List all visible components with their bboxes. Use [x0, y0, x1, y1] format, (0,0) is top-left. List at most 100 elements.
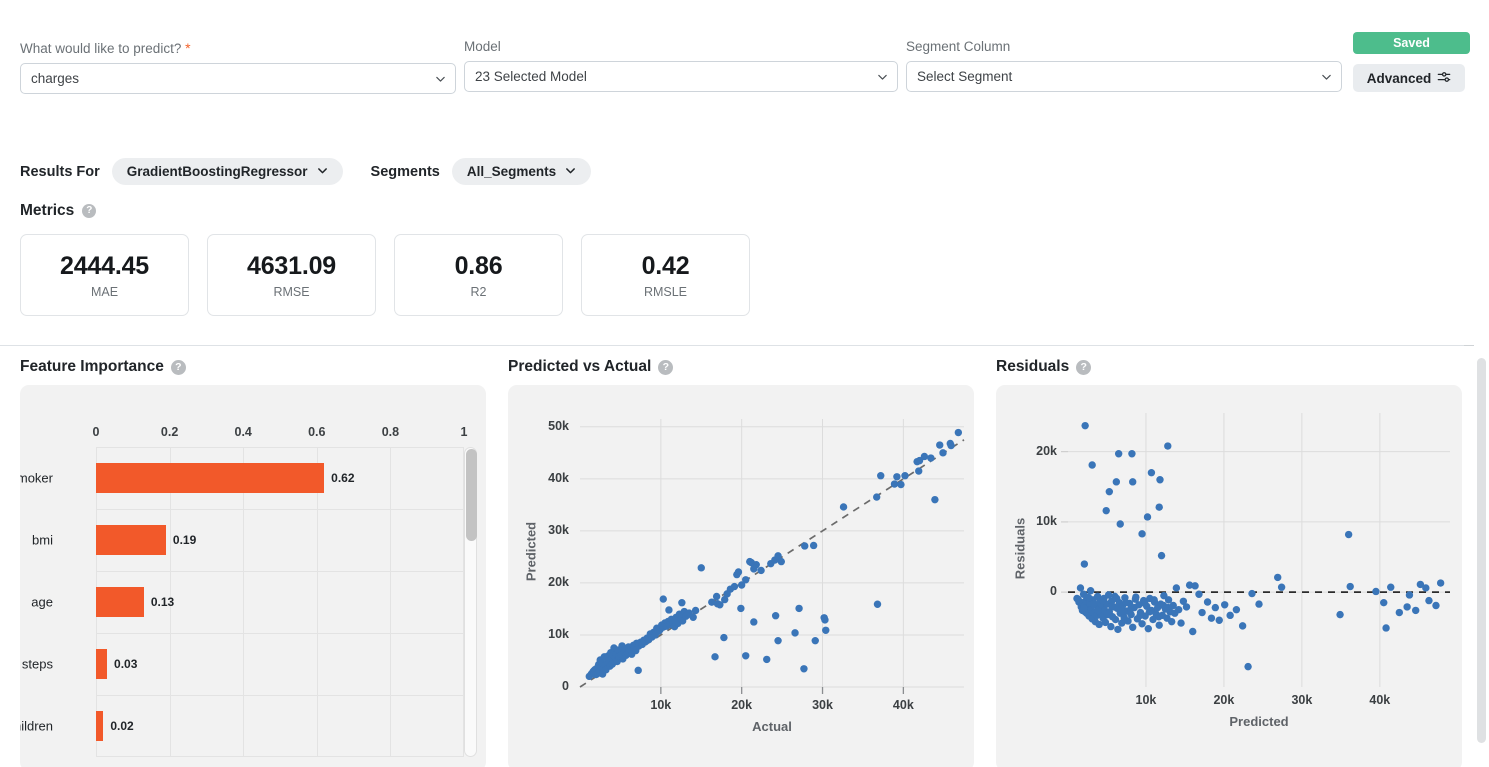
- metric-card: 0.42 RMSLE: [581, 234, 750, 316]
- segment-select[interactable]: Select Segment: [906, 61, 1342, 92]
- scatter-point: [1277, 583, 1286, 591]
- model-select[interactable]: 23 Selected Model: [464, 61, 898, 92]
- scatter-point: [1114, 625, 1122, 634]
- scatter-point: [872, 493, 881, 501]
- x-axis-tick-label: 10k: [1135, 693, 1157, 707]
- feature-importance-scrollbar[interactable]: [464, 447, 477, 757]
- fi-bar[interactable]: [96, 649, 108, 679]
- scatter-point: [1191, 582, 1199, 590]
- residuals-header: Residuals ?: [996, 358, 1462, 376]
- scatter-point: [1207, 614, 1216, 622]
- scatter-point: [822, 626, 830, 634]
- fi-bar[interactable]: [96, 463, 325, 493]
- scatter-point: [1081, 421, 1089, 430]
- metric-card: 4631.09 RMSE: [207, 234, 376, 316]
- scatter-point: [1395, 608, 1404, 617]
- saved-button[interactable]: Saved: [1353, 32, 1470, 54]
- scatter-point: [742, 652, 750, 660]
- scatter-point: [821, 616, 829, 624]
- regression-results-page: What would like to predict? * charges Mo…: [0, 0, 1489, 767]
- y-axis-tick-label: 30k: [548, 522, 569, 537]
- y-axis-tick-label: 20k: [1036, 443, 1057, 458]
- fi-bar[interactable]: [96, 587, 144, 617]
- scatter-point: [1189, 627, 1197, 636]
- results-model-dropdown[interactable]: GradientBoostingRegressor: [111, 158, 343, 185]
- scatter-point: [1156, 476, 1164, 484]
- chevron-down-icon: [435, 73, 446, 84]
- scatter-plot-canvas: [1061, 413, 1450, 687]
- scatter-point: [795, 604, 803, 613]
- scatter-point: [1136, 611, 1144, 620]
- fi-bar[interactable]: [96, 711, 104, 741]
- scatter-point: [742, 576, 750, 584]
- metric-name: RMSE: [273, 284, 310, 299]
- scatter-point: [1080, 560, 1089, 568]
- scatter-point: [678, 598, 686, 607]
- results-model-dropdown-label: GradientBoostingRegressor: [126, 164, 308, 179]
- scatter-point: [1116, 520, 1124, 528]
- predicted-vs-actual-panel: 0 10k 20k 30k 40k 50k 10k 20k 30k 40k Actual Predic…: [508, 385, 974, 767]
- question-mark-icon[interactable]: ?: [658, 359, 674, 375]
- scatter-point: [1155, 613, 1163, 621]
- metric-card: 0.86 R2: [394, 234, 563, 316]
- model-field: Model 23 Selected Model: [464, 39, 898, 92]
- scrollbar-thumb[interactable]: [1477, 358, 1486, 743]
- scatter-point: [954, 428, 963, 437]
- scatter-point: [1203, 598, 1212, 606]
- fi-bar[interactable]: [96, 525, 166, 555]
- scatter-point: [1175, 606, 1183, 614]
- scatter-point: [1129, 478, 1137, 486]
- metric-name: R2: [470, 284, 487, 299]
- scatter-point: [1080, 604, 1088, 613]
- x-axis-title: Predicted: [1229, 714, 1289, 729]
- scatter-point: [1432, 601, 1440, 610]
- scatter-point: [1144, 624, 1152, 633]
- question-mark-icon[interactable]: ?: [170, 359, 186, 375]
- fi-bar-row: age 0.13: [31, 571, 464, 633]
- scatter-point: [1138, 620, 1146, 628]
- scatter-point: [737, 604, 745, 613]
- fi-x-tick-label: 0.6: [308, 425, 326, 439]
- scatter-point: [1167, 617, 1176, 626]
- chevron-down-icon: [877, 71, 888, 82]
- y-axis-tick-label: 10k: [548, 626, 569, 641]
- fi-plot-area: smoker 0.62 bmi 0.19 age 0.13 steps 0.03 childre…: [20, 447, 464, 757]
- metric-value: 0.86: [454, 251, 503, 280]
- scatter-point: [1102, 506, 1110, 515]
- advanced-button-label: Advanced: [1366, 70, 1432, 86]
- scatter-point: [1114, 450, 1123, 458]
- scatter-point: [1211, 603, 1220, 612]
- scatter-point: [763, 655, 771, 664]
- page-scrollbar[interactable]: [1474, 0, 1489, 767]
- scatter-point: [873, 600, 882, 608]
- scatter-point: [1372, 587, 1380, 596]
- results-for-label: Results For: [20, 163, 100, 180]
- feature-importance-title: Feature Importance: [20, 358, 164, 375]
- fi-category-label: steps: [21, 656, 53, 672]
- scatter-point: [839, 503, 848, 511]
- scatter-point: [774, 636, 782, 645]
- scatter-point: [777, 557, 785, 566]
- scrollbar-thumb[interactable]: [466, 449, 477, 541]
- scatter-point: [927, 454, 935, 462]
- advanced-button[interactable]: Advanced: [1353, 64, 1465, 92]
- scatter-point: [752, 561, 760, 569]
- scatter-point: [1232, 606, 1241, 614]
- scatter-point: [1244, 662, 1252, 671]
- scatter-point: [1098, 596, 1107, 605]
- scatter-point: [1145, 608, 1154, 616]
- scatter-point: [915, 467, 923, 475]
- scatter-point: [800, 665, 808, 673]
- scatter-point: [691, 606, 700, 615]
- question-mark-icon[interactable]: ?: [1076, 359, 1092, 375]
- scatter-point: [689, 613, 697, 621]
- target-select[interactable]: charges: [20, 63, 456, 94]
- results-row: Results For GradientBoostingRegressor Se…: [20, 158, 592, 185]
- scatter-point: [791, 629, 799, 637]
- target-field: What would like to predict? * charges: [20, 40, 456, 94]
- fi-x-tick-label: 0.4: [234, 425, 252, 439]
- segments-dropdown[interactable]: All_Segments: [451, 158, 592, 185]
- scatter-point: [750, 618, 758, 626]
- scatter-point: [1344, 530, 1353, 539]
- question-mark-icon[interactable]: ?: [82, 204, 97, 218]
